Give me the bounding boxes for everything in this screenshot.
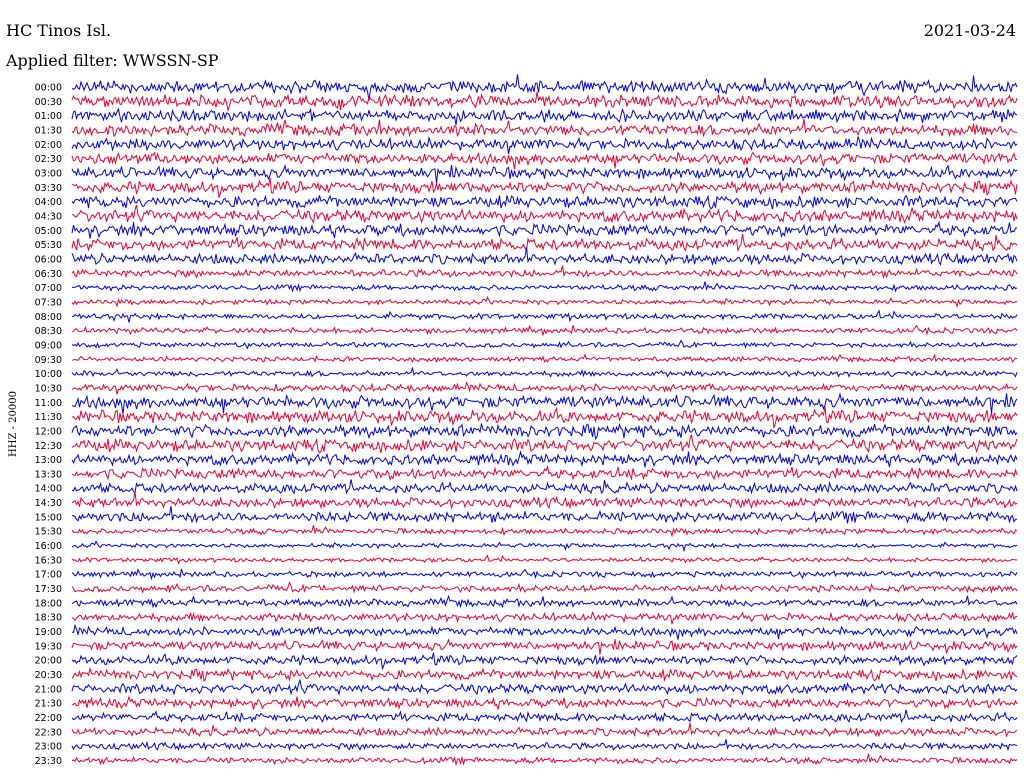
trace-line [71,392,1018,414]
time-label: 03:30 [35,183,62,194]
time-label: 14:00 [35,484,62,495]
time-label: 11:30 [35,412,62,423]
trace-line [71,91,1018,112]
trace-line [71,638,1018,655]
trace-line [71,353,1018,364]
trace-line [71,324,1018,337]
time-label: 22:30 [35,727,62,738]
time-label: 11:00 [35,398,62,409]
time-label: 23:00 [35,742,62,753]
trace-line [71,220,1018,239]
trace-line [71,581,1018,594]
time-label: 09:00 [35,340,62,351]
trace-line [71,434,1018,454]
time-label: 06:30 [35,269,62,280]
time-label: 23:30 [35,756,62,767]
trace-line [71,506,1018,524]
trace-line [71,107,1018,126]
time-label: 12:00 [35,426,62,437]
trace-line [71,678,1018,696]
time-label: 07:30 [35,297,62,308]
trace-line [71,281,1018,293]
time-label: 20:00 [35,656,62,667]
time-label: 01:30 [35,125,62,136]
time-label: 06:00 [35,254,62,265]
time-label: 10:00 [35,369,62,380]
trace-line [71,366,1018,378]
trace-line [71,265,1018,280]
time-label: 05:30 [35,240,62,251]
time-label: 20:30 [35,670,62,681]
trace-line [71,479,1018,495]
trace-line [71,652,1018,671]
time-label: 03:00 [35,168,62,179]
trace-line [71,491,1018,510]
time-label: 02:00 [35,140,62,151]
trace-line [71,722,1018,738]
trace-line [71,666,1018,682]
time-label: 13:30 [35,469,62,480]
trace-line [72,204,1018,224]
trace-line [71,247,1018,267]
trace-line [71,568,1018,581]
time-label: 18:00 [35,598,62,609]
trace-line [71,406,1018,428]
time-label: 19:00 [35,627,62,638]
trace-line [71,709,1018,724]
time-label: 16:30 [35,555,62,566]
trace-line [71,177,1018,199]
time-label: 05:00 [35,226,62,237]
time-label: 21:30 [35,699,62,710]
time-label: 04:30 [35,211,62,222]
time-label: 10:30 [35,383,62,394]
trace-line [71,151,1017,170]
time-label: 19:30 [35,641,62,652]
trace-line [71,295,1018,309]
time-label: 07:00 [35,283,62,294]
trace-line [71,695,1018,710]
trace-line [71,540,1018,553]
trace-line [71,74,1018,101]
trace-line [71,739,1018,752]
trace-line [71,339,1018,350]
trace-line [71,135,1018,155]
time-label: 15:30 [35,527,62,538]
time-label: 16:00 [35,541,62,552]
trace-line [71,450,1018,468]
time-label: 09:30 [35,355,62,366]
time-label: 01:00 [35,111,62,122]
time-label: 17:30 [35,584,62,595]
trace-line [71,753,1018,767]
time-label: 21:00 [35,684,62,695]
time-label: 15:00 [35,512,62,523]
time-label: 00:30 [35,97,62,108]
time-label: 04:00 [35,197,62,208]
time-label: 02:30 [35,154,62,165]
time-label: 08:00 [35,312,62,323]
time-label: 13:00 [35,455,62,466]
trace-line [71,525,1018,538]
trace-line [71,611,1018,625]
time-label-group: 00:00 00:30 01:00 01:30 02:00 02:30 03:00 03:30… [35,83,62,768]
trace-line [71,309,1018,323]
trace-line [71,422,1018,441]
time-label: 18:30 [35,613,62,624]
trace-line [71,381,1018,395]
time-label: 08:30 [35,326,62,337]
helicorder-chart: 00:00 00:30 01:00 01:30 02:00 02:30 03:00 03:30… [8,74,1018,768]
time-label: 00:00 [35,83,62,94]
trace-line [71,233,1018,253]
time-label: 12:30 [35,441,62,452]
channel-label: HHZ - 20000 [8,391,19,457]
trace-line [71,194,1018,210]
trace-line [71,554,1018,565]
trace-line [71,465,1018,481]
trace-line [71,594,1018,609]
trace-group [71,74,1018,767]
time-label: 17:00 [35,570,62,581]
trace-line [71,163,1018,184]
time-label: 22:00 [35,713,62,724]
trace-line [71,623,1018,640]
time-label: 14:30 [35,498,62,509]
